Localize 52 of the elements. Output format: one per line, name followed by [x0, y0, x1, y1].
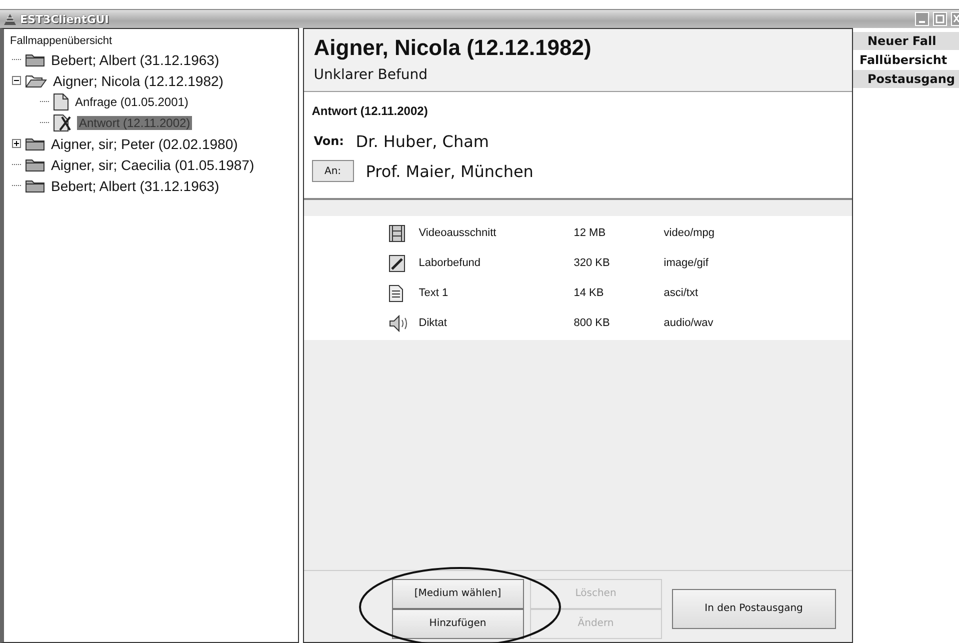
window-title: EST3ClientGUI: [20, 12, 109, 26]
minimize-button[interactable]: [915, 12, 929, 26]
case-subtitle: Unklarer Befund: [314, 67, 429, 83]
sidebar-item[interactable]: Postausgang: [853, 70, 959, 88]
attachment-type: video/mpg: [664, 227, 715, 239]
tree-item[interactable]: Bebert; Albert (31.12.1963): [49, 178, 222, 194]
add-button[interactable]: Hinzufügen: [392, 608, 524, 638]
tree-item[interactable]: Anfrage (01.05.2001): [73, 94, 190, 108]
message-title: Antwort (12.11.2002): [312, 104, 429, 118]
attachment-name: Diktat: [418, 317, 448, 329]
sender-name: Dr. Huber, Cham: [356, 132, 489, 150]
attachment-size: 14 KB: [574, 287, 605, 299]
attachment-name: Laborbefund: [418, 257, 482, 269]
attachment-size: 320 KB: [574, 257, 611, 269]
close-button[interactable]: [951, 12, 959, 26]
from-label: Von:: [312, 134, 344, 148]
attachment-name: Videoausschnitt: [418, 227, 498, 239]
tree-item[interactable]: Bebert; Albert (31.12.1963): [49, 52, 222, 68]
film-icon: [388, 224, 405, 242]
speaker-icon: [388, 314, 409, 332]
text-document-icon: [388, 284, 403, 302]
choose-medium-button[interactable]: [Medium wählen]: [392, 578, 524, 608]
folder-icon: [25, 178, 45, 192]
folder-icon: [25, 136, 45, 150]
triangle-icon: [4, 14, 16, 24]
expander-icon[interactable]: [12, 76, 21, 85]
patient-name: Aigner, Nicola (12.12.1982): [314, 35, 592, 61]
attachment-name: Text 1: [418, 287, 450, 299]
folder-icon: [25, 158, 45, 172]
maximize-button[interactable]: [933, 12, 947, 26]
outbox-button[interactable]: In den Postausgang: [672, 588, 836, 628]
minimize-icon: [919, 21, 925, 23]
attachment-size: 12 MB: [574, 227, 607, 239]
tree-item[interactable]: Aigner, sir; Caecilia (01.05.1987): [49, 156, 256, 172]
maximize-icon: [935, 14, 945, 24]
tree-title: Fallmappenübersicht: [9, 35, 114, 47]
tree-item[interactable]: Aigner; Nicola (12.12.1982): [51, 72, 226, 88]
close-icon: [952, 14, 958, 24]
recipient-name: Prof. Maier, München: [366, 162, 534, 180]
document-tools-icon: [53, 114, 73, 132]
attachment-type: audio/wav: [664, 317, 714, 329]
recipient-button[interactable]: An:: [312, 160, 354, 182]
open-folder-icon: [25, 74, 47, 88]
document-icon: [53, 92, 69, 110]
attachment-type: asci/txt: [664, 287, 698, 299]
attachment-type: image/gif: [664, 257, 708, 269]
pen-image-icon: [388, 254, 405, 272]
sidebar-item[interactable]: Neuer Fall: [853, 32, 959, 50]
tree-item[interactable]: Aigner, sir; Peter (02.02.1980): [49, 136, 240, 152]
folder-icon: [25, 52, 45, 66]
expander-icon[interactable]: [12, 139, 21, 148]
attachment-size: 800 KB: [574, 317, 611, 329]
